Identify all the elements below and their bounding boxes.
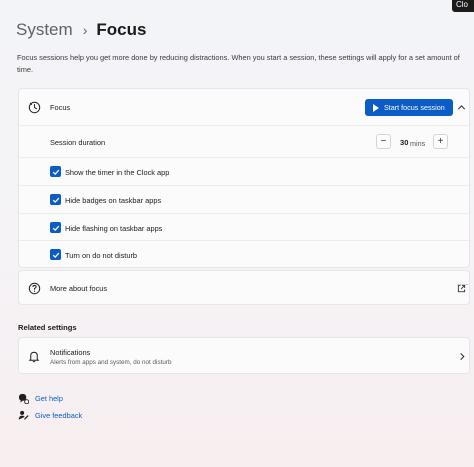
option-label: Turn on do not disturb (65, 251, 138, 260)
chevron-right-icon (457, 351, 467, 361)
option-label: Hide badges on taskbar apps (65, 196, 162, 205)
option-row-hide-badges: Hide badges on taskbar apps (19, 186, 469, 214)
corner-window-label: Clo (452, 0, 474, 12)
get-help-link[interactable]: Get help (35, 394, 63, 403)
session-duration-row: Session duration − 30 mins + (19, 126, 469, 158)
breadcrumb-system[interactable]: System (16, 20, 73, 40)
help-circle-icon (27, 281, 41, 295)
start-focus-session-button[interactable]: Start focus session (365, 99, 453, 116)
focus-header-row[interactable]: Focus Start focus session (19, 89, 469, 126)
option-label: Hide flashing on taskbar apps (65, 224, 163, 233)
focus-title: Focus (50, 103, 71, 112)
checkbox-hide-flashing[interactable] (50, 222, 61, 233)
focus-indicator-dash (458, 284, 468, 285)
session-duration-label: Session duration (50, 138, 106, 147)
bell-icon (27, 349, 41, 363)
option-row-hide-flashing: Hide flashing on taskbar apps (19, 214, 469, 241)
increment-button[interactable]: + (433, 134, 448, 149)
page-title: Focus (96, 20, 147, 39)
related-settings-title: Related settings (18, 323, 77, 332)
notifications-card[interactable]: Notifications Alerts from apps and syste… (18, 337, 470, 374)
checkbox-show-timer[interactable] (50, 166, 61, 177)
give-feedback-link[interactable]: Give feedback (35, 411, 82, 420)
chevron-up-icon[interactable] (456, 102, 466, 112)
more-about-focus-card[interactable]: More about focus (18, 270, 470, 305)
get-help-icon (17, 392, 29, 404)
play-icon (373, 103, 379, 112)
option-row-dnd: Turn on do not disturb (19, 241, 469, 268)
breadcrumb: System › Focus (16, 20, 146, 40)
notifications-subtitle: Alerts from apps and system, do not dist… (50, 359, 172, 366)
feedback-icon (17, 409, 29, 421)
notifications-title: Notifications (50, 348, 91, 357)
duration-unit: mins (410, 138, 426, 148)
checkbox-do-not-disturb[interactable] (50, 249, 61, 260)
decrement-button[interactable]: − (376, 134, 391, 149)
checkbox-hide-badges[interactable] (50, 194, 61, 205)
focus-settings-card: Focus Start focus session Session durati… (18, 88, 470, 268)
duration-value: 30 (400, 138, 409, 147)
more-about-focus-label: More about focus (50, 284, 108, 293)
page-description: Focus sessions help you get more done by… (17, 53, 460, 74)
option-row-clock-timer: Show the timer in the Clock app (19, 158, 469, 186)
option-label: Show the timer in the Clock app (65, 168, 170, 177)
start-focus-session-label: Start focus session (384, 103, 445, 112)
breadcrumb-separator: › (82, 22, 88, 38)
focus-clock-icon (27, 100, 41, 114)
